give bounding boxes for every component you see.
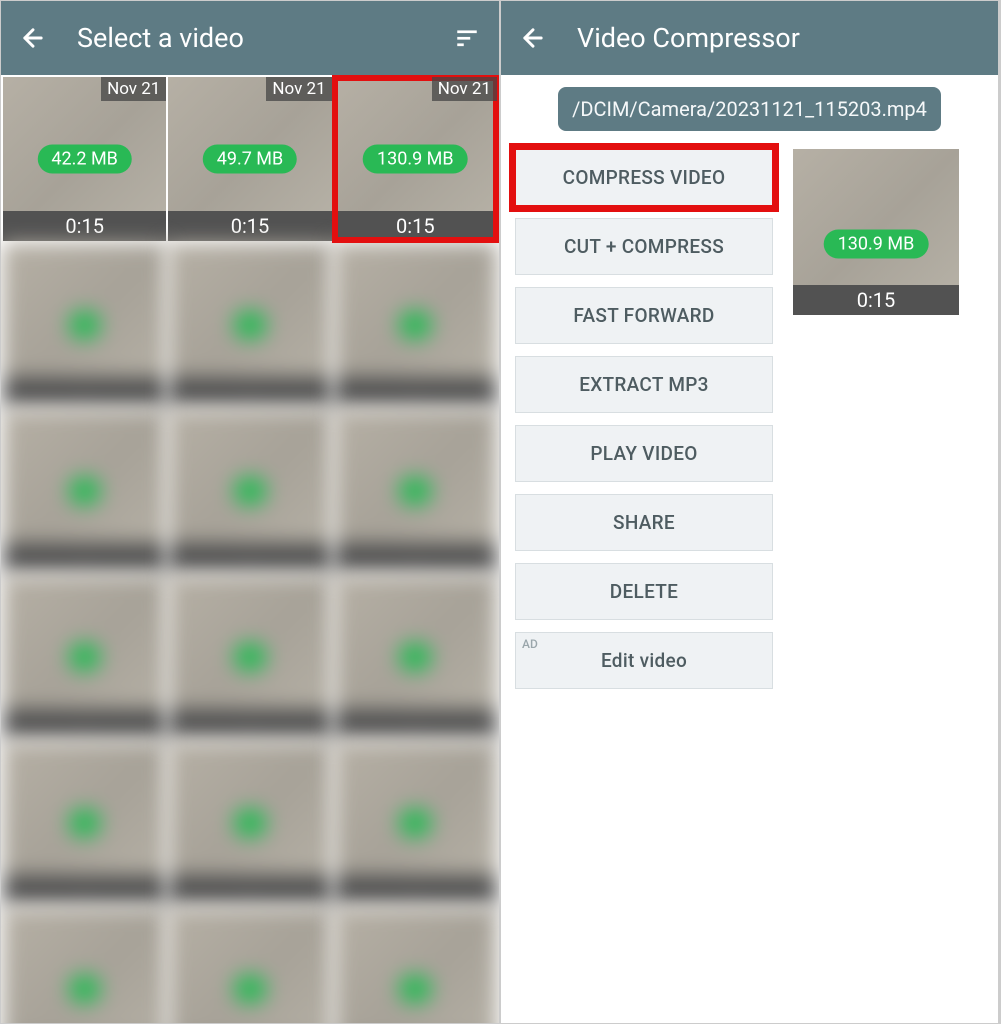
date-badge: Nov 21: [266, 77, 331, 101]
appbar-right: Video Compressor: [501, 1, 998, 75]
action-label: SHARE: [613, 511, 675, 534]
selected-video-thumbnail[interactable]: 130.9 MB 0:15: [793, 149, 959, 315]
page-title: Video Compressor: [577, 22, 980, 54]
back-button[interactable]: [519, 24, 547, 52]
size-badge: ·: [234, 477, 267, 506]
action-button-share[interactable]: SHARE: [515, 494, 773, 551]
size-badge: ·: [234, 975, 267, 1004]
duration-label: 0:15: [334, 211, 497, 241]
duration-label: ·: [334, 875, 497, 905]
duration-label: ·: [3, 543, 166, 573]
size-badge: ·: [68, 311, 101, 340]
size-badge: 130.9 MB: [363, 145, 468, 174]
duration-label: ·: [3, 377, 166, 407]
size-badge: ·: [234, 311, 267, 340]
duration-label: ·: [334, 709, 497, 739]
action-label: COMPRESS VIDEO: [563, 166, 726, 189]
video-tile-blurred[interactable]: ··: [334, 907, 497, 1023]
action-label: PLAY VIDEO: [590, 442, 697, 465]
right-content: /DCIM/Camera/20231121_115203.mp4 COMPRES…: [501, 75, 998, 1023]
size-badge: ·: [399, 975, 432, 1004]
video-tile-blurred[interactable]: ··: [3, 575, 166, 739]
action-label: EXTRACT MP3: [579, 373, 709, 396]
video-tile-blurred[interactable]: ··: [168, 907, 331, 1023]
size-badge: ·: [68, 809, 101, 838]
duration-label: ·: [3, 875, 166, 905]
duration-label: 0:15: [168, 211, 331, 241]
action-label: Edit video: [601, 649, 687, 672]
video-tile-blurred[interactable]: ··: [168, 243, 331, 407]
video-tile-blurred[interactable]: ··: [168, 409, 331, 573]
size-badge: ·: [68, 975, 101, 1004]
duration-label: ·: [334, 543, 497, 573]
ad-label: AD: [522, 637, 538, 651]
size-badge: 42.2 MB: [37, 145, 132, 174]
size-badge: ·: [234, 643, 267, 672]
video-compressor-panel: Video Compressor /DCIM/Camera/20231121_1…: [501, 1, 1000, 1023]
duration-label: ·: [168, 875, 331, 905]
action-button-compress-video[interactable]: COMPRESS VIDEO: [515, 149, 773, 206]
video-tile-blurred[interactable]: ··: [3, 243, 166, 407]
action-button-extract-mp3[interactable]: EXTRACT MP3: [515, 356, 773, 413]
duration-label: ·: [3, 709, 166, 739]
appbar-left: Select a video: [1, 1, 499, 75]
action-label: DELETE: [610, 580, 678, 603]
size-badge: ·: [399, 311, 432, 340]
back-button[interactable]: [19, 24, 47, 52]
video-tile[interactable]: Nov 21 49.7 MB 0:15: [168, 77, 331, 241]
action-button-edit-video[interactable]: AD Edit video: [515, 632, 773, 689]
video-tile-blurred[interactable]: ··: [334, 409, 497, 573]
size-badge: ·: [68, 643, 101, 672]
action-label: FAST FORWARD: [573, 304, 714, 327]
duration-label: ·: [168, 377, 331, 407]
action-button-fast-forward[interactable]: FAST FORWARD: [515, 287, 773, 344]
video-tile-blurred[interactable]: ··: [3, 741, 166, 905]
duration-label: ·: [168, 709, 331, 739]
size-badge: ·: [399, 643, 432, 672]
back-arrow-icon: [19, 24, 47, 52]
file-path: /DCIM/Camera/20231121_115203.mp4: [558, 87, 941, 131]
duration-label: ·: [168, 543, 331, 573]
date-badge: Nov 21: [101, 77, 166, 101]
size-badge: 49.7 MB: [203, 145, 298, 174]
page-title: Select a video: [77, 22, 453, 54]
size-badge: ·: [399, 477, 432, 506]
size-badge: ·: [399, 809, 432, 838]
sort-icon: [454, 25, 480, 51]
duration-label: 0:15: [793, 285, 959, 315]
size-badge: ·: [68, 477, 101, 506]
actions-column: COMPRESS VIDEO CUT + COMPRESS FAST FORWARD…: [515, 149, 773, 689]
action-button-cut-compress[interactable]: CUT + COMPRESS: [515, 218, 773, 275]
action-label: CUT + COMPRESS: [564, 235, 724, 258]
date-badge: Nov 21: [432, 77, 497, 101]
video-tile[interactable]: Nov 21 130.9 MB 0:15: [334, 77, 497, 241]
size-badge: ·: [234, 809, 267, 838]
video-tile[interactable]: Nov 21 42.2 MB 0:15: [3, 77, 166, 241]
video-tile-blurred[interactable]: ··: [168, 575, 331, 739]
video-grid: Nov 2142.2 MB0:15Nov 2149.7 MB0:15Nov 21…: [1, 75, 499, 1023]
duration-label: 0:15: [3, 211, 166, 241]
action-button-play-video[interactable]: PLAY VIDEO: [515, 425, 773, 482]
video-tile-blurred[interactable]: ··: [334, 741, 497, 905]
action-button-delete[interactable]: DELETE: [515, 563, 773, 620]
video-tile-blurred[interactable]: ··: [168, 741, 331, 905]
select-video-panel: Select a video Nov 21 42.2 MB 0:15 Nov 21 49…: [1, 1, 501, 1023]
video-tile-blurred[interactable]: ··: [3, 409, 166, 573]
back-arrow-icon: [519, 24, 547, 52]
duration-label: ·: [334, 377, 497, 407]
video-tile-blurred[interactable]: ··: [3, 907, 166, 1023]
video-tile-blurred[interactable]: ··: [334, 575, 497, 739]
size-badge: 130.9 MB: [824, 229, 929, 258]
sort-button[interactable]: [453, 24, 481, 52]
thumbnail-column: 130.9 MB 0:15: [793, 149, 959, 315]
video-tile-blurred[interactable]: ··: [334, 243, 497, 407]
